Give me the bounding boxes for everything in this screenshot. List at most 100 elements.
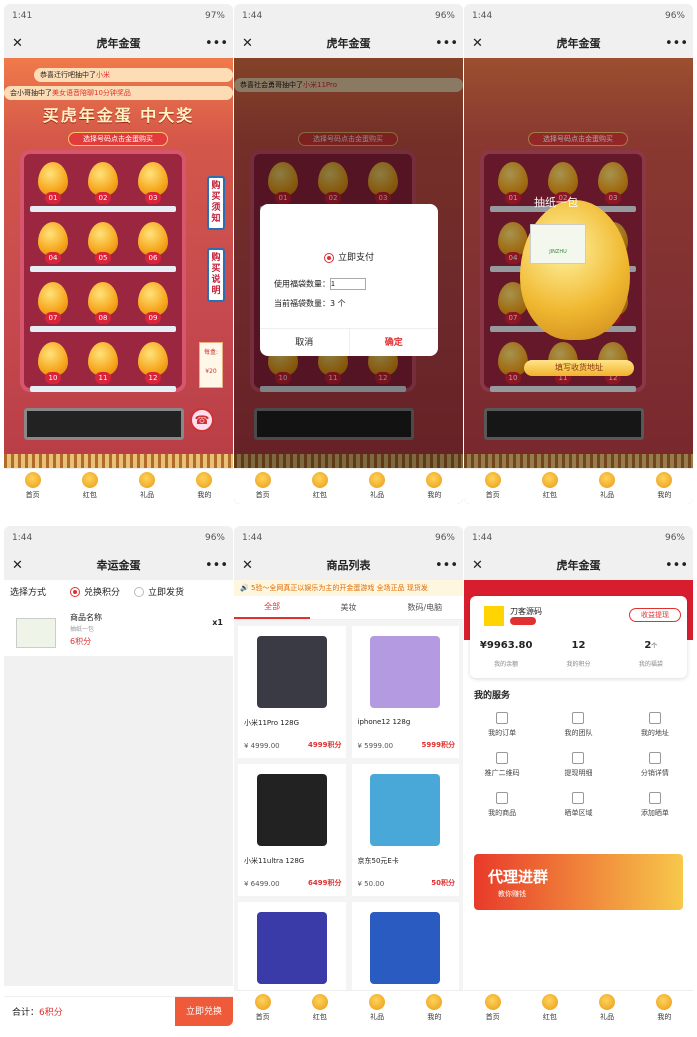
nav-label: 我的 [427, 1013, 442, 1021]
service-team[interactable]: 我的团队 [540, 712, 616, 738]
confirm-button[interactable]: 确定 [348, 329, 439, 356]
golden-egg[interactable] [88, 282, 118, 316]
nav-gift[interactable]: 礼品 [579, 469, 636, 504]
bags-stat[interactable]: 2个 我的福袋 [615, 640, 687, 670]
nav-mine[interactable]: 我的 [176, 469, 233, 504]
nav-home[interactable]: 首页 [234, 469, 291, 504]
more-icon[interactable]: ••• [435, 558, 458, 573]
golden-egg[interactable] [88, 222, 118, 256]
golden-egg[interactable] [88, 162, 118, 196]
banner-title: 代理进群 [488, 868, 549, 886]
battery: 96% [434, 11, 455, 21]
service-orders[interactable]: 我的订单 [464, 712, 540, 738]
golden-egg[interactable] [38, 282, 68, 316]
close-icon[interactable]: ✕ [242, 36, 262, 51]
close-icon[interactable]: ✕ [12, 558, 32, 573]
prize-title: 抽纸一包 [534, 196, 578, 209]
product-card[interactable]: 小米11Pro 128G ¥ 4999.00 4999积分 [238, 626, 346, 758]
nav-label: 红包 [312, 491, 327, 499]
agent-banner[interactable]: 代理进群 教你赚钱 [474, 854, 683, 910]
balance-stat[interactable]: ¥9963.80 我的余额 [470, 640, 542, 670]
withdraw-button[interactable]: 收益提现 [629, 608, 681, 622]
title-bar: ✕ 虎年金蛋 ••• [4, 28, 233, 58]
nav-mine[interactable]: 我的 [406, 991, 463, 1026]
option-points[interactable]: 兑换积分 [70, 585, 120, 598]
product-image [256, 636, 327, 708]
golden-egg[interactable] [38, 222, 68, 256]
golden-egg[interactable] [138, 342, 168, 376]
bag-count-input[interactable] [330, 278, 366, 290]
pay-option[interactable]: 立即支付 [260, 250, 438, 263]
battery: 96% [204, 533, 225, 543]
service-address[interactable]: 我的地址 [617, 712, 693, 738]
option-label: 立即发货 [148, 587, 185, 598]
nav-home[interactable]: 首页 [4, 469, 61, 504]
more-icon[interactable]: ••• [665, 558, 688, 573]
buy-notice-button[interactable]: 购买须知 [207, 176, 225, 230]
golden-egg[interactable] [138, 222, 168, 256]
page-title: 商品列表 [326, 559, 371, 572]
exchange-button[interactable]: 立即兑换 [175, 997, 233, 1026]
tab-digital[interactable]: 数码/电脑 [387, 602, 463, 613]
time: 1:41 [12, 11, 33, 21]
egg-number: 04 [45, 252, 61, 264]
close-icon[interactable]: ✕ [472, 558, 492, 573]
nav-home[interactable]: 首页 [464, 991, 521, 1026]
nav-mine[interactable]: 我的 [636, 469, 693, 504]
golden-egg[interactable] [38, 162, 68, 196]
nav-redpack[interactable]: 红包 [291, 991, 348, 1026]
golden-egg[interactable] [88, 342, 118, 376]
nav-mine[interactable]: 我的 [406, 469, 463, 504]
nav-gift[interactable]: 礼品 [349, 469, 406, 504]
buy-info-button[interactable]: 购买说明 [207, 248, 225, 302]
option-ship[interactable]: 立即发货 [134, 585, 184, 598]
nav-home[interactable]: 首页 [464, 469, 521, 504]
more-icon[interactable]: ••• [665, 36, 688, 51]
golden-egg[interactable] [138, 282, 168, 316]
service-qrcode[interactable]: 推广二维码 [464, 752, 540, 778]
nav-label: 礼品 [370, 1013, 385, 1021]
points-label: 我的积分 [566, 661, 591, 668]
balance-label: 我的余额 [494, 661, 519, 668]
service-withdraw-detail[interactable]: 提现明细 [540, 752, 616, 778]
nav-redpack[interactable]: 红包 [291, 469, 348, 504]
close-icon[interactable]: ✕ [12, 36, 32, 51]
nav-gift[interactable]: 礼品 [119, 469, 176, 504]
product-image [256, 774, 327, 846]
points-value: 12 [571, 640, 586, 651]
fill-address-button[interactable]: 填写收货地址 [524, 360, 634, 376]
location-icon [648, 712, 661, 724]
service-show-area[interactable]: 晒单区域 [540, 792, 616, 818]
nav-gift[interactable]: 礼品 [579, 991, 636, 1026]
status-bar: 1:44 96% [464, 4, 693, 28]
nav-redpack[interactable]: 红包 [521, 991, 578, 1026]
points-stat[interactable]: 12 我的积分 [542, 640, 614, 670]
more-icon[interactable]: ••• [205, 558, 228, 573]
close-icon[interactable]: ✕ [472, 36, 492, 51]
mine-icon [426, 994, 443, 1010]
service-distribution[interactable]: 分销详情 [617, 752, 693, 778]
product-card[interactable]: iphone12 128g ¥ 5999.00 5999积分 [351, 626, 459, 758]
nav-gift[interactable]: 礼品 [349, 991, 406, 1026]
product-card[interactable]: 京东50元E卡 ¥ 50.00 50积分 [351, 764, 459, 896]
egg-cabinet: 01 02 03 04 05 06 07 08 09 10 11 12 [20, 150, 186, 392]
cancel-button[interactable]: 取消 [260, 329, 349, 356]
close-icon[interactable]: ✕ [242, 558, 262, 573]
redpack-icon [81, 472, 98, 488]
use-bag-label: 使用福袋数量： [274, 279, 330, 289]
more-icon[interactable]: ••• [205, 36, 228, 51]
phone-icon[interactable]: ☎ [190, 408, 214, 432]
nav-mine[interactable]: 我的 [636, 991, 693, 1026]
golden-egg[interactable] [38, 342, 68, 376]
tab-all[interactable]: 全部 [234, 597, 311, 619]
nav-home[interactable]: 首页 [234, 991, 291, 1026]
service-goods[interactable]: 我的商品 [464, 792, 540, 818]
pick-button[interactable]: 选择号码点击金蛋购买 [68, 132, 168, 146]
nav-redpack[interactable]: 红包 [61, 469, 118, 504]
golden-egg[interactable] [138, 162, 168, 196]
more-icon[interactable]: ••• [435, 36, 458, 51]
service-add-show[interactable]: 添加晒单 [617, 792, 693, 818]
product-card[interactable]: 小米11ultra 128G ¥ 6499.00 6499积分 [238, 764, 346, 896]
nav-redpack[interactable]: 红包 [521, 469, 578, 504]
tab-beauty[interactable]: 美妆 [310, 602, 386, 613]
